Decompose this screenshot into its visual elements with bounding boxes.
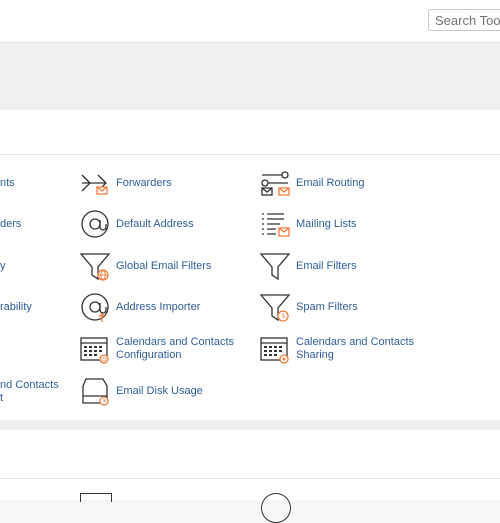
email-routing-icon [258,166,292,200]
tool-email-routing[interactable]: Email Routing [258,165,426,201]
tool-email-disk-usage[interactable]: Email Disk Usage [78,373,246,409]
forwarders-icon [78,166,112,200]
calendar-sharing-icon [258,332,292,366]
left-tool-label-fragment[interactable]: nts [0,177,15,190]
tool-label: Email Disk Usage [116,384,203,397]
tool-label: Default Address [116,217,194,230]
spam-filters-icon [258,290,292,324]
tool-label: Address Importer [116,300,201,313]
tool-label: Calendars and Contacts Configuration [116,336,235,361]
tool-label: Calendars and Contacts Sharing [296,336,415,361]
tool-address-importer[interactable]: Address Importer [78,289,246,325]
tool-label: Spam Filters [296,300,358,313]
top-bar [0,0,500,43]
partial-tool-icon [261,493,291,523]
tool-spam-filters[interactable]: Spam Filters [258,289,426,325]
tool-global-email-filters[interactable]: Global Email Filters [78,248,246,284]
tool-calendars-contacts-configuration[interactable]: @ Calendars and Contacts Configuration [78,331,246,367]
left-tool-label-fragment[interactable]: rability [0,301,32,314]
email-section-header [0,110,500,155]
tool-label: Global Email Filters [116,259,212,272]
tool-email-filters[interactable]: Email Filters [258,248,426,284]
tool-calendars-contacts-sharing[interactable]: Calendars and Contacts Sharing [258,331,426,367]
global-email-filters-icon [78,249,112,283]
left-tool-label-fragment[interactable]: y [0,260,6,273]
next-section-header [0,430,500,479]
section-gap [0,420,500,430]
partial-tool-icon [80,493,112,502]
email-filters-icon [258,249,292,283]
email-disk-usage-icon [78,374,112,408]
tool-label: Mailing Lists [296,217,357,230]
left-tool-label-fragment[interactable]: ders [0,218,21,231]
tool-mailing-lists[interactable]: Mailing Lists [258,206,426,242]
next-section-body [0,479,500,523]
mailing-lists-icon [258,207,292,241]
banner-area [0,43,500,110]
search-tools-input[interactable] [428,9,500,31]
tool-label: Email Filters [296,259,357,272]
tool-label: Forwarders [116,176,172,189]
tool-default-address[interactable]: Default Address [78,206,246,242]
tool-forwarders[interactable]: Forwarders [78,165,246,201]
svg-text:@: @ [101,357,107,364]
address-importer-icon [78,290,112,324]
default-address-icon [78,207,112,241]
calendar-config-icon: @ [78,332,112,366]
left-tool-label-fragment[interactable]: t [0,392,3,405]
left-tool-label-fragment[interactable]: nd Contacts [0,379,59,392]
tool-label: Email Routing [296,176,365,189]
